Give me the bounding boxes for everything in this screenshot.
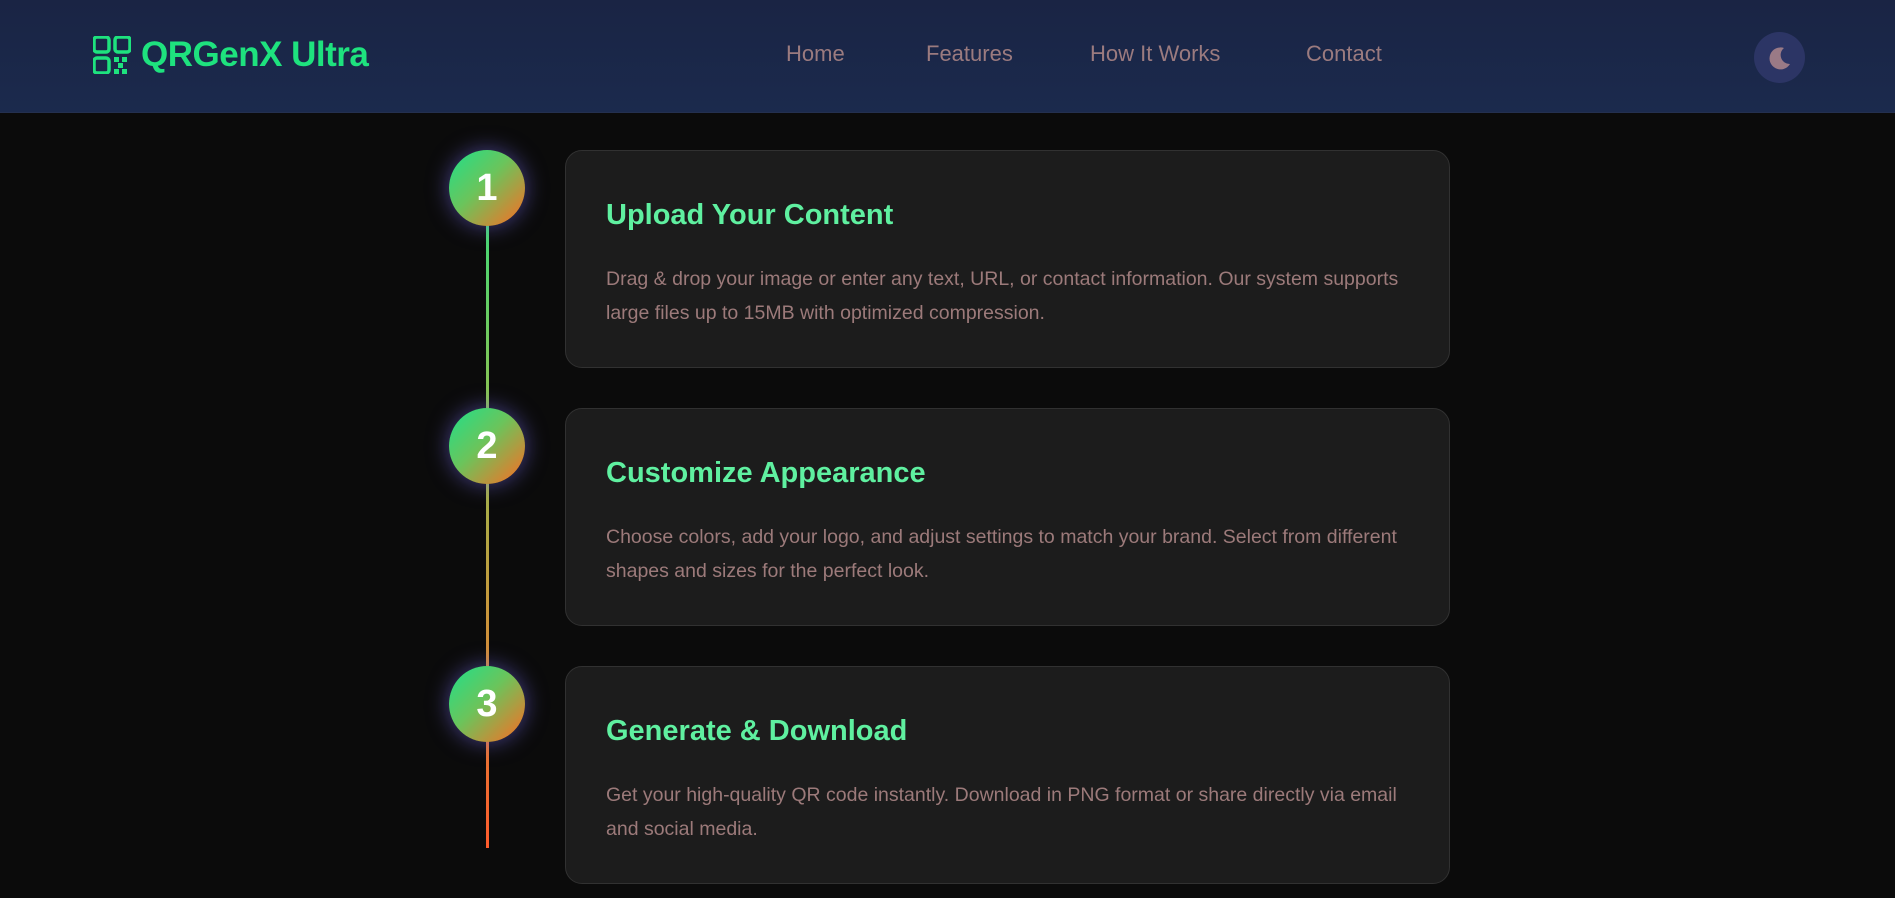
- step-3-badge: 3: [449, 666, 525, 742]
- step-1-card: Upload Your Content Drag & drop your ima…: [565, 150, 1450, 368]
- brand-name: QRGenX Ultra: [141, 35, 369, 74]
- nav-home[interactable]: Home: [786, 40, 845, 68]
- qr-code-icon: [93, 36, 131, 74]
- nav-how-it-works[interactable]: How It Works: [1090, 40, 1220, 68]
- nav-features[interactable]: Features: [926, 40, 1013, 68]
- step-2-description: Choose colors, add your logo, and adjust…: [606, 526, 1397, 582]
- step-3-title: Generate & Download: [606, 715, 908, 747]
- step-1-badge: 1: [449, 150, 525, 226]
- step-2-card: Customize Appearance Choose colors, add …: [565, 408, 1450, 626]
- brand-logo[interactable]: QRGenX Ultra: [93, 33, 369, 77]
- nav-contact[interactable]: Contact: [1306, 40, 1382, 68]
- moon-icon: [1767, 45, 1793, 71]
- timeline-line: [486, 188, 489, 848]
- step-3-description: Get your high-quality QR code instantly.…: [606, 784, 1397, 840]
- step-1-description: Drag & drop your image or enter any text…: [606, 268, 1399, 324]
- step-1-number: 1: [476, 167, 498, 209]
- step-1-title: Upload Your Content: [606, 199, 894, 231]
- theme-toggle-button[interactable]: [1754, 32, 1805, 83]
- step-2-badge: 2: [449, 408, 525, 484]
- step-3-number: 3: [476, 683, 498, 725]
- step-3-card: Generate & Download Get your high-qualit…: [565, 666, 1450, 884]
- navbar: QRGenX Ultra Home Features How It Works …: [0, 0, 1895, 113]
- step-2-title: Customize Appearance: [606, 457, 926, 489]
- step-2-number: 2: [476, 425, 498, 467]
